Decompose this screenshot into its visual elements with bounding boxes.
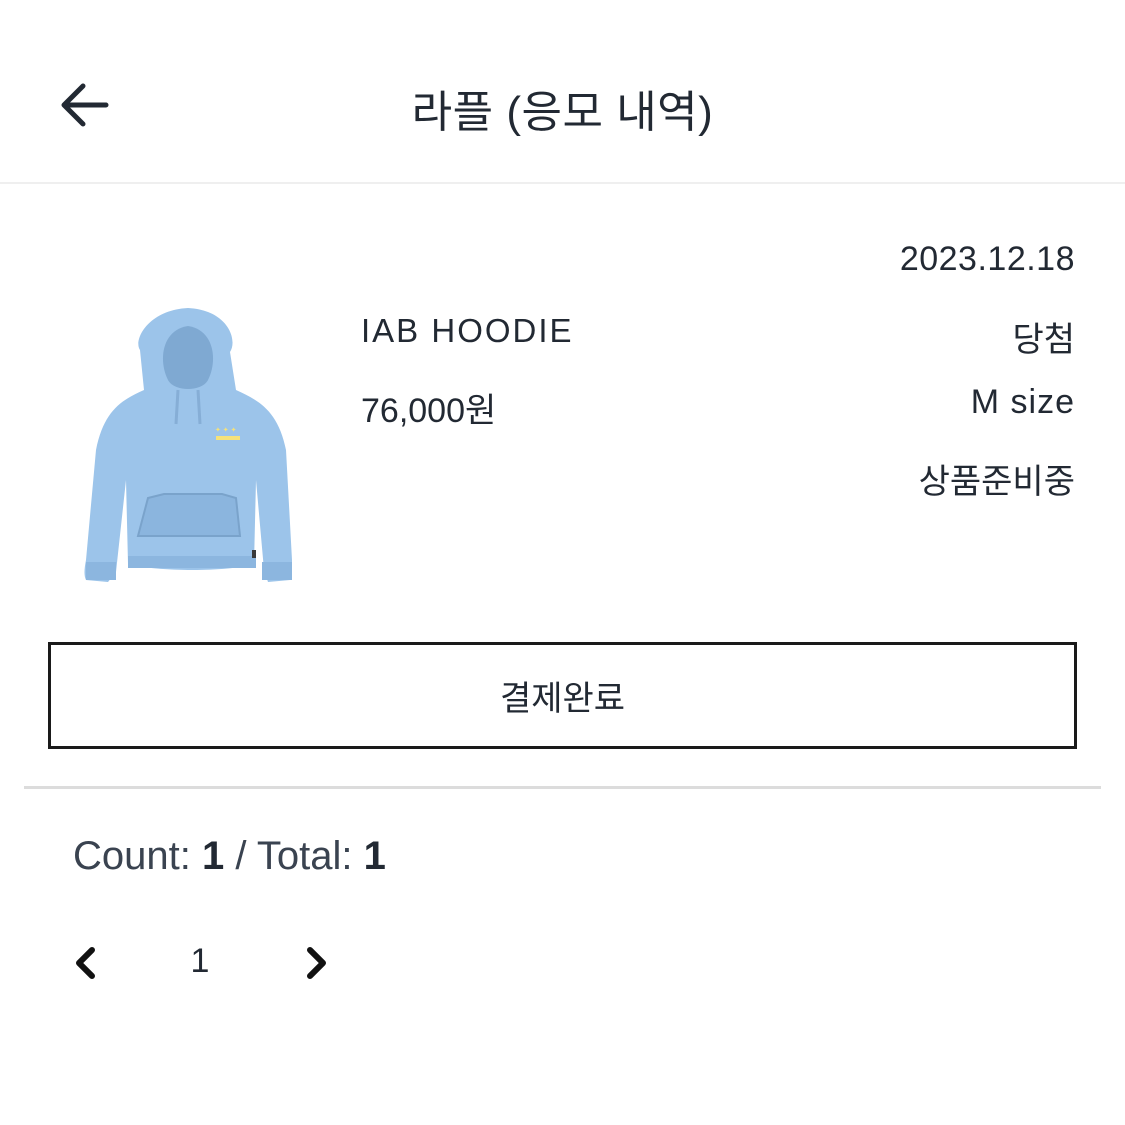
entry-date: 2023.12.18: [899, 240, 1075, 278]
hoodie-image: ✦ ✦ ✦: [84, 308, 292, 582]
divider: [24, 786, 1101, 789]
page-number[interactable]: 1: [178, 942, 222, 981]
next-page-button[interactable]: [294, 940, 340, 986]
total-label: Total:: [256, 834, 353, 878]
chevron-right-icon: [307, 947, 326, 979]
count-value: 1: [201, 834, 225, 878]
svg-text:✦ ✦ ✦: ✦ ✦ ✦: [215, 426, 237, 434]
count-summary: Count: 1 / Total: 1: [73, 834, 386, 879]
raffle-result: 당첨: [1012, 321, 1075, 359]
product-price: 76,000원: [361, 392, 497, 430]
count-separator: /: [235, 834, 247, 878]
order-status: 상품준비중: [918, 463, 1075, 501]
product-size: M size: [970, 383, 1075, 421]
product-name[interactable]: IAB HOODIE: [361, 312, 574, 350]
count-label: Count:: [73, 834, 191, 878]
product-image[interactable]: ✦ ✦ ✦: [78, 300, 306, 596]
chevron-left-icon: [76, 947, 95, 979]
page-title: 라플 (응모 내역): [411, 88, 714, 137]
raffle-history-page: 라플 (응모 내역) ✦ ✦ ✦ IAB HOODIE 76,000원 2023…: [0, 0, 1125, 1125]
payment-complete-button[interactable]: 결제완료: [48, 642, 1077, 749]
total-value: 1: [363, 834, 386, 878]
header: 라플 (응모 내역): [0, 0, 1125, 184]
previous-page-button[interactable]: [62, 940, 108, 986]
